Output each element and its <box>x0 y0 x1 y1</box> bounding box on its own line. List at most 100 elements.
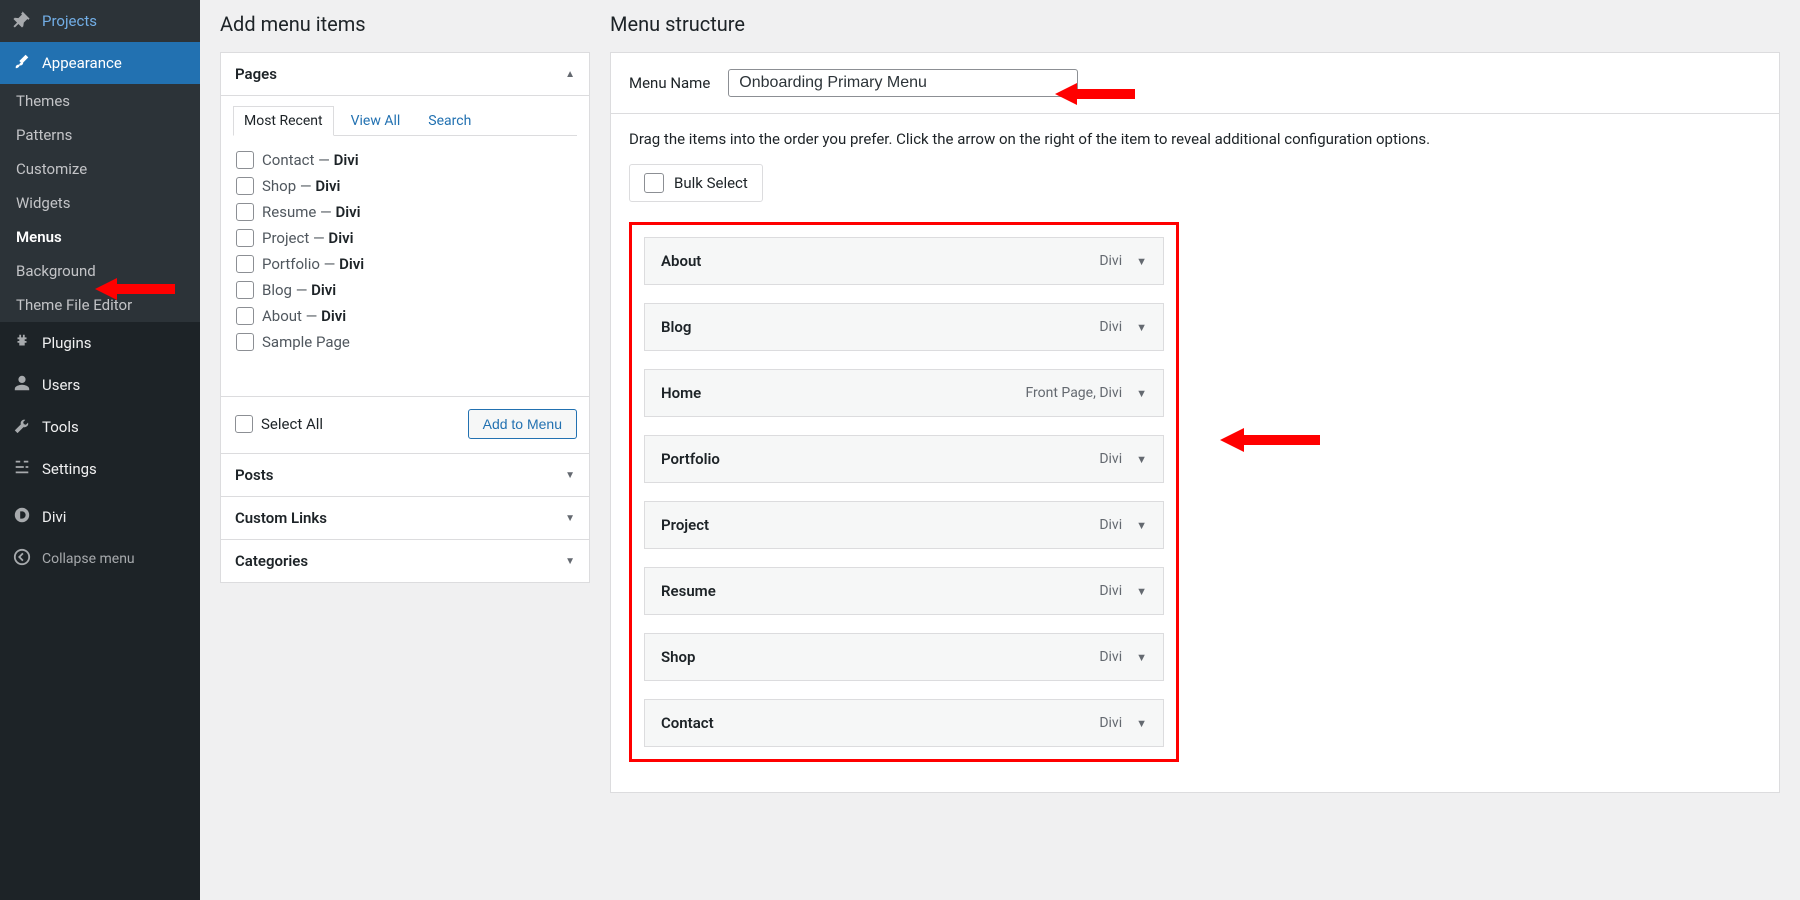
bulk-select-button[interactable]: Bulk Select <box>629 164 763 202</box>
sidebar-item-appearance[interactable]: Appearance <box>0 42 200 84</box>
bulk-select-label: Bulk Select <box>674 174 748 192</box>
chevron-down-icon: ▼ <box>565 470 575 481</box>
menu-items-list: AboutDivi▼BlogDivi▼HomeFront Page, Divi▼… <box>629 222 1179 762</box>
postbox-categories-header[interactable]: Categories ▼ <box>221 540 589 582</box>
menu-item-title: Project <box>661 516 709 534</box>
page-checkbox[interactable] <box>236 151 254 169</box>
tab-most-recent[interactable]: Most Recent <box>233 106 334 136</box>
menu-item[interactable]: HomeFront Page, Divi▼ <box>644 369 1164 417</box>
postbox-categories-label: Categories <box>235 552 308 570</box>
menu-item-title: Shop <box>661 648 695 666</box>
admin-sidebar: Projects Appearance Themes Patterns Cust… <box>0 0 200 900</box>
chevron-down-icon: ▼ <box>565 556 575 567</box>
sidebar-label: Plugins <box>42 334 91 352</box>
page-checkbox[interactable] <box>236 333 254 351</box>
menu-item-type: Divi <box>1099 319 1122 335</box>
page-list-item[interactable]: Contact — Divi <box>234 147 576 173</box>
bulk-select-checkbox[interactable] <box>644 173 664 193</box>
menu-item[interactable]: PortfolioDivi▼ <box>644 435 1164 483</box>
sidebar-item-users[interactable]: Users <box>0 364 200 406</box>
expand-arrow-icon[interactable]: ▼ <box>1136 519 1147 532</box>
expand-arrow-icon[interactable]: ▼ <box>1136 453 1147 466</box>
page-list-item[interactable]: About — Divi <box>234 303 576 329</box>
menu-item-title: About <box>661 252 701 270</box>
page-checkbox[interactable] <box>236 177 254 195</box>
submenu-patterns[interactable]: Patterns <box>0 118 200 152</box>
page-list-item[interactable]: Sample Page <box>234 329 576 355</box>
submenu-background[interactable]: Background <box>0 254 200 288</box>
select-all-checkbox[interactable] <box>235 415 253 433</box>
page-checkbox[interactable] <box>236 229 254 247</box>
menu-item-type: Divi <box>1099 517 1122 533</box>
collapse-label: Collapse menu <box>42 551 135 567</box>
menu-item-type: Front Page, Divi <box>1026 385 1123 401</box>
menu-item-title: Resume <box>661 582 716 600</box>
page-list-item[interactable]: Blog — Divi <box>234 277 576 303</box>
menu-structure-column: Menu structure Menu Name Drag the items … <box>610 0 1780 880</box>
page-label: Project — Divi <box>262 229 354 247</box>
page-checkbox[interactable] <box>236 203 254 221</box>
page-list-item[interactable]: Project — Divi <box>234 225 576 251</box>
menu-item[interactable]: Project Divi ▼ <box>644 501 1164 549</box>
menu-item[interactable]: ShopDivi▼ <box>644 633 1164 681</box>
expand-arrow-icon[interactable]: ▼ <box>1136 255 1147 268</box>
submenu-theme-file-editor[interactable]: Theme File Editor <box>0 288 200 322</box>
postbox-posts-header[interactable]: Posts ▼ <box>221 454 589 496</box>
collapse-menu-button[interactable]: Collapse menu <box>0 538 200 580</box>
menu-edit-panel: Menu Name Drag the items into the order … <box>610 52 1780 793</box>
sidebar-item-divi[interactable]: Divi <box>0 496 200 538</box>
main-content: Add menu items Pages ▲ Most Recent View … <box>200 0 1800 900</box>
add-menu-items-column: Add menu items Pages ▲ Most Recent View … <box>220 0 590 880</box>
postbox-pages-label: Pages <box>235 65 277 83</box>
select-all-row[interactable]: Select All <box>233 411 325 437</box>
menu-instructions: Drag the items into the order you prefer… <box>629 130 1761 148</box>
page-checkbox[interactable] <box>236 307 254 325</box>
page-label: Shop — Divi <box>262 177 340 195</box>
brush-icon <box>12 52 32 74</box>
menu-name-input[interactable] <box>728 69 1078 97</box>
postbox-pages-header[interactable]: Pages ▲ <box>221 53 589 96</box>
tab-view-all[interactable]: View All <box>340 106 412 136</box>
sidebar-item-plugins[interactable]: Plugins <box>0 322 200 364</box>
page-list-item[interactable]: Shop — Divi <box>234 173 576 199</box>
menu-item[interactable]: Contact Divi ▼ <box>644 699 1164 747</box>
sidebar-label: Settings <box>42 460 97 478</box>
add-to-menu-button[interactable]: Add to Menu <box>468 409 577 439</box>
chevron-down-icon: ▼ <box>565 513 575 524</box>
sidebar-item-settings[interactable]: Settings <box>0 448 200 490</box>
menu-item-type: Divi <box>1099 715 1122 731</box>
wrench-icon <box>12 416 32 438</box>
postbox-custom-links: Custom Links ▼ <box>220 497 590 540</box>
page-label: Contact — Divi <box>262 151 359 169</box>
page-checkbox[interactable] <box>236 281 254 299</box>
add-menu-items-title: Add menu items <box>220 0 590 52</box>
user-icon <box>12 374 32 396</box>
submenu-widgets[interactable]: Widgets <box>0 186 200 220</box>
expand-arrow-icon[interactable]: ▼ <box>1136 321 1147 334</box>
page-list-item[interactable]: Portfolio — Divi <box>234 251 576 277</box>
select-all-label: Select All <box>261 415 323 433</box>
page-label: Resume — Divi <box>262 203 361 221</box>
sidebar-item-tools[interactable]: Tools <box>0 406 200 448</box>
submenu-customize[interactable]: Customize <box>0 152 200 186</box>
sidebar-item-projects[interactable]: Projects <box>0 0 200 42</box>
sidebar-label: Divi <box>42 508 66 526</box>
submenu-themes[interactable]: Themes <box>0 84 200 118</box>
postbox-custom-links-header[interactable]: Custom Links ▼ <box>221 497 589 539</box>
expand-arrow-icon[interactable]: ▼ <box>1136 717 1147 730</box>
tab-search[interactable]: Search <box>417 106 482 136</box>
page-list-item[interactable]: Resume — Divi <box>234 199 576 225</box>
menu-item[interactable]: BlogDivi▼ <box>644 303 1164 351</box>
sidebar-label: Projects <box>42 12 97 30</box>
submenu-menus[interactable]: Menus <box>0 220 200 254</box>
menu-item[interactable]: About Divi ▼ <box>644 237 1164 285</box>
expand-arrow-icon[interactable]: ▼ <box>1136 651 1147 664</box>
expand-arrow-icon[interactable]: ▼ <box>1136 585 1147 598</box>
menu-item-type: Divi <box>1099 253 1122 269</box>
sliders-icon <box>12 458 32 480</box>
pages-scroll-list[interactable]: Contact — Divi Shop — Divi Resume — Divi Pr… <box>233 146 577 386</box>
expand-arrow-icon[interactable]: ▼ <box>1136 387 1147 400</box>
page-checkbox[interactable] <box>236 255 254 273</box>
menu-item-title: Contact <box>661 714 714 732</box>
menu-item[interactable]: ResumeDivi▼ <box>644 567 1164 615</box>
